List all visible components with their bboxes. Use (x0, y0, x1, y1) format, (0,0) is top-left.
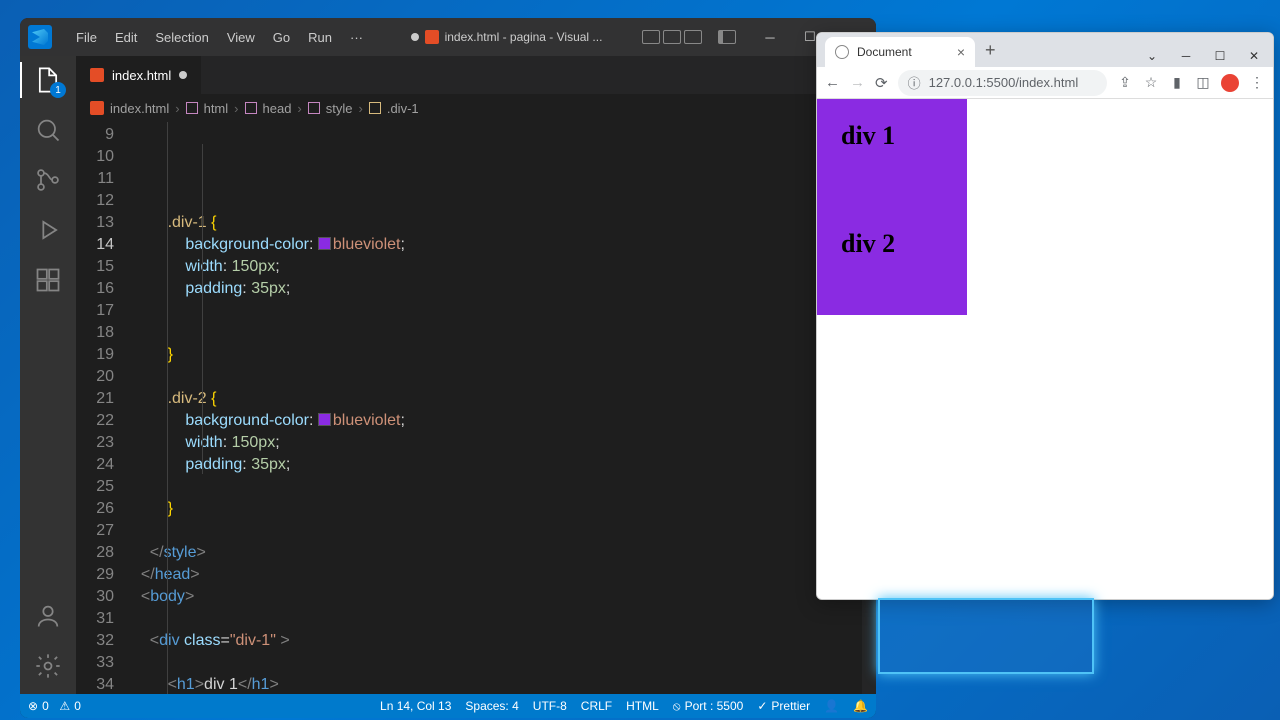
profile-avatar-icon[interactable] (1221, 74, 1239, 92)
menu-go[interactable]: Go (265, 26, 298, 49)
kebab-menu-icon[interactable]: ⋮ (1249, 75, 1265, 91)
explorer-icon[interactable]: 1 (34, 66, 62, 94)
vscode-logo-icon (28, 25, 52, 49)
indent-status[interactable]: Spaces: 4 (465, 699, 518, 713)
share-icon[interactable]: ⇪ (1117, 75, 1133, 91)
browser-tabstrip: Document × + ⌄ ─ ☐ ✕ (817, 33, 1273, 67)
dirty-indicator-icon (411, 33, 419, 41)
chevron-right-icon: › (175, 101, 179, 116)
menu-selection[interactable]: Selection (147, 26, 216, 49)
tab-close-icon[interactable]: × (957, 44, 965, 60)
menu-edit[interactable]: Edit (107, 26, 145, 49)
language-status[interactable]: HTML (626, 699, 659, 713)
prettier-status[interactable]: ✓ Prettier (757, 699, 810, 713)
address-bar-row: ← → ⟳ ⓘ 127.0.0.1:5500/index.html ⇪ ☆ ▮ … (817, 67, 1273, 99)
bookmark-icon[interactable]: ☆ (1143, 75, 1159, 91)
account-icon[interactable] (34, 602, 62, 630)
crumb-file[interactable]: index.html (110, 101, 169, 116)
sidepanel-icon[interactable]: ◫ (1195, 75, 1211, 91)
window-title: index.html - pagina - Visual ... (371, 30, 642, 44)
html-file-icon (90, 101, 104, 115)
encoding-status[interactable]: UTF-8 (533, 699, 567, 713)
browser-viewport: div 1 div 2 (817, 99, 1273, 599)
menu-run[interactable]: Run (300, 26, 340, 49)
extension-icon[interactable]: ▮ (1169, 75, 1185, 91)
tag-icon (369, 102, 381, 114)
dirty-dot-icon (179, 71, 187, 79)
menu-file[interactable]: File (68, 26, 105, 49)
bell-icon[interactable]: 🔔 (853, 699, 868, 713)
reload-button[interactable]: ⟳ (875, 74, 888, 92)
code-lines[interactable]: .div-1 { background-color: blueviolet; w… (132, 122, 876, 694)
address-bar[interactable]: ⓘ 127.0.0.1:5500/index.html (898, 70, 1107, 96)
layout-panel-bottom-icon[interactable] (663, 30, 681, 44)
crumb-head[interactable]: head (263, 101, 292, 116)
chevron-right-icon: › (297, 101, 301, 116)
desktop-window-outline (878, 598, 1094, 674)
new-tab-button[interactable]: + (975, 40, 1006, 61)
browser-tab[interactable]: Document × (825, 37, 975, 67)
div2-heading: div 2 (841, 229, 943, 259)
source-control-icon[interactable] (34, 166, 62, 194)
vscode-window: File Edit Selection View Go Run ··· inde… (20, 18, 876, 718)
chevron-right-icon: › (359, 101, 363, 116)
browser-close-button[interactable]: ✕ (1239, 49, 1269, 63)
div1-heading: div 1 (841, 121, 943, 151)
back-button[interactable]: ← (825, 74, 840, 91)
rendered-div-2: div 2 (817, 207, 967, 315)
tab-title: Document (857, 45, 912, 59)
tab-index-html[interactable]: index.html (76, 56, 202, 94)
menu-more[interactable]: ··· (342, 26, 371, 49)
settings-gear-icon[interactable] (34, 652, 62, 680)
tag-icon (245, 102, 257, 114)
layout-panel-left-icon[interactable] (642, 30, 660, 44)
html-file-icon (425, 30, 439, 44)
breadcrumbs[interactable]: index.html › html › head › style › .div-… (76, 94, 876, 122)
menu-view[interactable]: View (219, 26, 263, 49)
layout-customize-icon[interactable] (718, 30, 736, 44)
crumb-div1[interactable]: .div-1 (387, 101, 419, 116)
explorer-badge: 1 (50, 82, 66, 98)
tab-label: index.html (112, 68, 171, 83)
remote-indicator[interactable]: ⊗ 0 ⚠ 0 (28, 699, 81, 713)
status-bar: ⊗ 0 ⚠ 0 Ln 14, Col 13 Spaces: 4 UTF-8 CR… (20, 694, 876, 718)
browser-maximize-button[interactable]: ☐ (1205, 49, 1235, 63)
rendered-div-1: div 1 (817, 99, 967, 207)
cursor-position[interactable]: Ln 14, Col 13 (380, 699, 451, 713)
code-area[interactable]: 9101112131415161718192021222324252627282… (76, 122, 876, 694)
crumb-html[interactable]: html (204, 101, 229, 116)
titlebar: File Edit Selection View Go Run ··· inde… (20, 18, 876, 56)
tag-icon (186, 102, 198, 114)
line-gutter: 9101112131415161718192021222324252627282… (76, 122, 132, 694)
activity-bar: 1 (20, 56, 76, 694)
chevron-right-icon: › (234, 101, 238, 116)
search-icon[interactable] (34, 116, 62, 144)
editor-tabs: index.html (76, 56, 876, 94)
editor: index.html index.html › html › head › st… (76, 56, 876, 694)
site-info-icon[interactable]: ⓘ (908, 73, 921, 92)
tag-icon (308, 102, 320, 114)
favicon-icon (835, 45, 849, 59)
run-debug-icon[interactable] (34, 216, 62, 244)
layout-panel-right-icon[interactable] (684, 30, 702, 44)
extensions-icon[interactable] (34, 266, 62, 294)
minimize-button[interactable]: ─ (752, 23, 788, 51)
title-text: index.html - pagina - Visual ... (445, 30, 603, 44)
liveserver-status[interactable]: ⦸ Port : 5500 (673, 699, 744, 714)
url-text: 127.0.0.1:5500/index.html (929, 75, 1079, 90)
crumb-style[interactable]: style (326, 101, 353, 116)
browser-min-icon[interactable]: ⌄ (1137, 49, 1167, 63)
eol-status[interactable]: CRLF (581, 699, 612, 713)
html-file-icon (90, 68, 104, 82)
feedback-icon[interactable]: 👤 (824, 699, 839, 713)
menu-bar: File Edit Selection View Go Run ··· (68, 26, 371, 49)
browser-window: Document × + ⌄ ─ ☐ ✕ ← → ⟳ ⓘ 127.0.0.1:5… (816, 32, 1274, 600)
forward-button[interactable]: → (850, 74, 865, 91)
browser-minimize-button[interactable]: ─ (1171, 49, 1201, 63)
